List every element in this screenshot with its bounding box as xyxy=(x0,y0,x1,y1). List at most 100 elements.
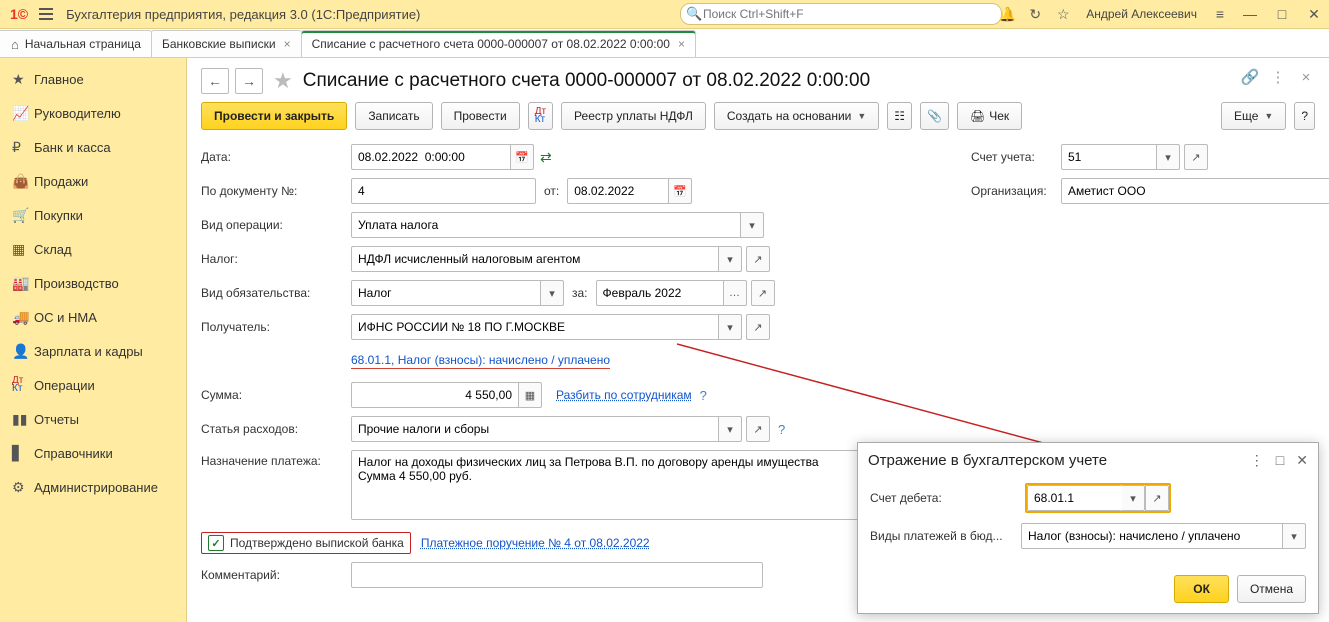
global-search[interactable]: 🔍 xyxy=(680,3,970,25)
related-list-button[interactable]: ☷ xyxy=(887,102,912,130)
check-button[interactable]: 🖨 Чек xyxy=(957,102,1022,130)
calc-icon[interactable]: ▦ xyxy=(519,382,542,408)
tab-bank-statements[interactable]: Банковские выписки × xyxy=(151,30,302,57)
sidebar-item-stock[interactable]: ▦Склад xyxy=(0,232,186,266)
create-based-button[interactable]: Создать на основании▼ xyxy=(714,102,879,130)
tab-home[interactable]: ⌂ Начальная страница xyxy=(0,30,152,57)
opkind-field[interactable]: ▾ xyxy=(351,212,764,238)
link-icon[interactable]: 🔗 xyxy=(1241,68,1259,86)
more-button[interactable]: Еще▼ xyxy=(1221,102,1286,130)
open-ref-icon[interactable]: ↗ xyxy=(1145,485,1169,511)
bars-icon: ▮▮ xyxy=(12,411,34,428)
write-button[interactable]: Записать xyxy=(355,102,432,130)
history-icon[interactable]: ↻ xyxy=(1026,5,1044,23)
docno-field[interactable] xyxy=(351,178,536,204)
popup-paytypes-field[interactable]: ▾ xyxy=(1021,523,1306,549)
chevron-down-icon[interactable]: ▾ xyxy=(1157,144,1180,170)
attach-button[interactable]: 📎 xyxy=(920,102,949,130)
popup-debit-field[interactable]: ▾ ↗ xyxy=(1025,483,1171,513)
search-input[interactable] xyxy=(680,3,1002,25)
calendar-icon[interactable]: 📅 xyxy=(511,144,534,170)
tab-close-icon[interactable]: × xyxy=(284,37,291,51)
maximize-icon[interactable]: □ xyxy=(1276,452,1284,468)
help-button[interactable]: ? xyxy=(1294,102,1315,130)
recipient-field[interactable]: ▾ ↗ xyxy=(351,314,770,340)
tab-close-icon[interactable]: × xyxy=(678,37,685,51)
popup-title: Отражение в бухгалтерском учете xyxy=(868,452,1107,469)
boxes-icon: ▦ xyxy=(12,241,34,258)
help-icon[interactable]: ? xyxy=(778,422,785,437)
kebab-icon[interactable]: ⋮ xyxy=(1250,452,1264,469)
split-by-employees-link[interactable]: Разбить по сотрудникам xyxy=(556,388,692,402)
chevron-down-icon[interactable]: ▾ xyxy=(741,212,764,238)
sidebar-item-admin[interactable]: ⚙Администрирование xyxy=(0,470,186,504)
chevron-down-icon[interactable]: ▾ xyxy=(1283,523,1306,549)
kebab-icon[interactable]: ⋮ xyxy=(1269,68,1287,86)
tab-document[interactable]: Списание с расчетного счета 0000-000007 … xyxy=(301,30,696,57)
window-maximize[interactable]: □ xyxy=(1271,6,1293,22)
accounting-link[interactable]: 68.01.1, Налог (взносы): начислено / упл… xyxy=(351,353,610,369)
dtkt-button[interactable]: ДтКт xyxy=(528,102,553,130)
help-icon[interactable]: ? xyxy=(700,388,707,403)
opkind-label: Вид операции: xyxy=(201,218,351,232)
recipient-label: Получатель: xyxy=(201,320,351,334)
sidebar-item-main[interactable]: ★Главное xyxy=(0,62,186,96)
bell-icon[interactable]: 🔔 xyxy=(998,5,1016,23)
oblkind-field[interactable]: ▾ xyxy=(351,280,564,306)
sidebar-item-purchases[interactable]: 🛒Покупки xyxy=(0,198,186,232)
chevron-down-icon[interactable]: ▾ xyxy=(719,314,742,340)
sidebar-item-production[interactable]: 🏭Производство xyxy=(0,266,186,300)
open-ref-icon[interactable]: ↗ xyxy=(746,246,770,272)
open-ref-icon[interactable]: ↗ xyxy=(746,416,770,442)
star-icon[interactable]: ☆ xyxy=(1054,5,1072,23)
sidebar-item-hr[interactable]: 👤Зарплата и кадры xyxy=(0,334,186,368)
sidebar-item-operations[interactable]: ДтКтОперации xyxy=(0,368,186,402)
payment-order-link[interactable]: Платежное поручение № 4 от 08.02.2022 xyxy=(421,536,650,550)
open-ref-icon[interactable]: ↗ xyxy=(751,280,775,306)
settings-lines-icon[interactable]: ≡ xyxy=(1211,5,1229,23)
exp-item-field[interactable]: ▾ ↗ xyxy=(351,416,770,442)
chevron-down-icon[interactable]: ▾ xyxy=(541,280,564,306)
confirmed-checkbox[interactable]: ✓ xyxy=(208,535,224,551)
factory-icon: 🏭 xyxy=(12,275,34,292)
period-field[interactable]: … ↗ xyxy=(596,280,775,306)
chevron-down-icon[interactable]: ▾ xyxy=(1122,485,1145,511)
post-and-close-button[interactable]: Провести и закрыть xyxy=(201,102,347,130)
window-minimize[interactable]: — xyxy=(1239,6,1261,22)
tax-field[interactable]: ▾ ↗ xyxy=(351,246,770,272)
nav-back-button[interactable]: ← xyxy=(201,68,229,94)
account-field[interactable]: ▾ ↗ xyxy=(1061,144,1208,170)
popup-cancel-button[interactable]: Отмена xyxy=(1237,575,1306,603)
menu-burger-icon[interactable] xyxy=(34,3,58,25)
nav-forward-button[interactable]: → xyxy=(235,68,263,94)
post-button[interactable]: Провести xyxy=(441,102,520,130)
ruble-icon: ₽ xyxy=(12,139,34,156)
favorite-star-icon[interactable]: ★ xyxy=(273,68,293,94)
sidebar-item-reports[interactable]: ▮▮Отчеты xyxy=(0,402,186,436)
date-field[interactable]: 📅 xyxy=(351,144,534,170)
sidebar-item-sales[interactable]: 👜Продажи xyxy=(0,164,186,198)
ellipsis-icon[interactable]: … xyxy=(724,280,747,306)
sum-field[interactable]: ▦ xyxy=(351,382,542,408)
comment-field[interactable] xyxy=(351,562,763,588)
sidebar-item-assets[interactable]: 🚚ОС и НМА xyxy=(0,300,186,334)
user-name[interactable]: Андрей Алексеевич xyxy=(1082,7,1201,21)
sidebar-item-bank[interactable]: ₽Банк и касса xyxy=(0,130,186,164)
close-icon[interactable]: ✕ xyxy=(1296,452,1308,469)
open-ref-icon[interactable]: ↗ xyxy=(1184,144,1208,170)
ndfl-registry-button[interactable]: Реестр уплаты НДФЛ xyxy=(561,102,706,130)
from-date-field[interactable]: 📅 xyxy=(567,178,692,204)
refresh-green-icon[interactable]: ⇄ xyxy=(540,149,552,166)
sidebar-item-catalogs[interactable]: ▋Справочники xyxy=(0,436,186,470)
popup-ok-button[interactable]: ОК xyxy=(1174,575,1229,603)
close-doc-icon[interactable]: × xyxy=(1297,68,1315,86)
sidebar-item-manager[interactable]: 📈Руководителю xyxy=(0,96,186,130)
org-field[interactable]: ▾ ↗ xyxy=(1061,178,1329,204)
chevron-down-icon[interactable]: ▾ xyxy=(719,416,742,442)
confirmed-highlight: ✓ Подтверждено выпиской банка xyxy=(201,532,411,554)
purpose-field[interactable]: Налог на доходы физических лиц за Петров… xyxy=(351,450,867,520)
window-close[interactable]: ✕ xyxy=(1303,6,1325,23)
chevron-down-icon[interactable]: ▾ xyxy=(719,246,742,272)
open-ref-icon[interactable]: ↗ xyxy=(746,314,770,340)
calendar-icon[interactable]: 📅 xyxy=(669,178,692,204)
